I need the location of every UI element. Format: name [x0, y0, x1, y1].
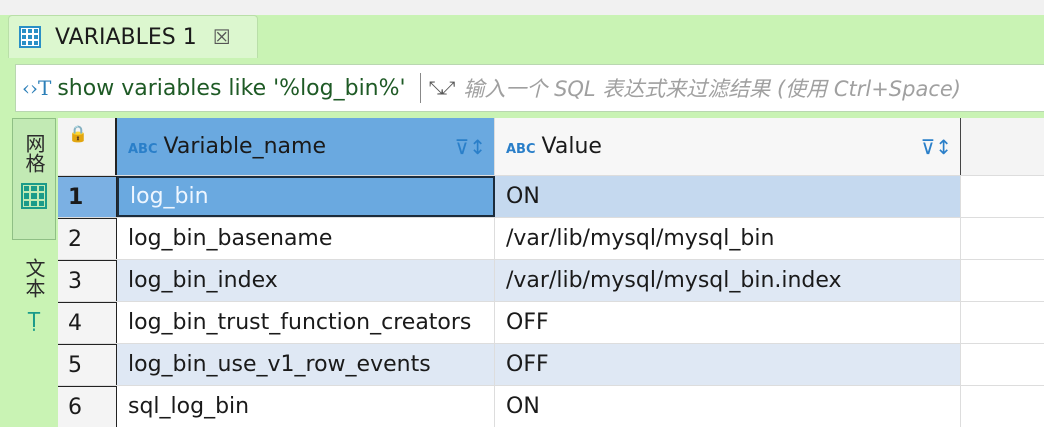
close-icon[interactable]: ☒: [213, 25, 231, 49]
table-row[interactable]: 3 log_bin_index /var/lib/mysql/mysql_bin…: [58, 259, 1044, 301]
cell-variable-name[interactable]: log_bin_use_v1_row_events: [117, 344, 495, 385]
top-strip: [0, 0, 1044, 15]
cell-variable-name[interactable]: log_bin_basename: [117, 218, 495, 259]
row-number[interactable]: 1: [58, 176, 117, 217]
results-grid: 🔒 ABC Variable_name ⊽↕ ABC Value ⊽↕ 1 log_…: [58, 118, 1044, 427]
cell-value[interactable]: OFF: [495, 344, 961, 385]
cell-variable-name[interactable]: sql_log_bin: [117, 386, 495, 427]
column-label: Value: [541, 134, 602, 159]
abc-type-icon: ABC: [128, 142, 158, 157]
cell-variable-name[interactable]: log_bin: [117, 176, 495, 217]
table-row[interactable]: 1 log_bin ON: [58, 175, 1044, 217]
filter-sort-icon[interactable]: ⊽↕: [455, 135, 486, 159]
row-number[interactable]: 6: [58, 386, 117, 427]
cell-value[interactable]: ON: [495, 386, 961, 427]
table-row[interactable]: 4 log_bin_trust_function_creators OFF: [58, 301, 1044, 343]
grid-label: 网格: [22, 133, 46, 173]
text-view-tab[interactable]: 文本 Ṭ: [12, 240, 56, 332]
cell-value[interactable]: /var/lib/mysql/mysql_bin: [495, 218, 961, 259]
divider: [419, 73, 421, 103]
row-number[interactable]: 2: [58, 218, 117, 259]
filter-bar: ‹›T show variables like '%log_bin%' ⤡⤢ 输…: [15, 64, 1044, 112]
table-row[interactable]: 2 log_bin_basename /var/lib/mysql/mysql_…: [58, 217, 1044, 259]
view-switcher: 网格 文本 Ṭ: [12, 118, 56, 408]
column-header-value[interactable]: ABC Value ⊽↕: [495, 118, 961, 175]
table-row[interactable]: 5 log_bin_use_v1_row_events OFF: [58, 343, 1044, 385]
query-text: show variables like '%log_bin%': [57, 75, 406, 101]
cell-value[interactable]: /var/lib/mysql/mysql_bin.index: [495, 260, 961, 301]
cell-variable-name[interactable]: log_bin_trust_function_creators: [117, 302, 495, 343]
tab-title: VARIABLES 1: [55, 24, 197, 50]
text-icon: Ṭ: [27, 308, 41, 332]
row-number[interactable]: 5: [58, 344, 117, 385]
grid-view-tab[interactable]: 网格: [12, 118, 56, 240]
cell-value[interactable]: OFF: [495, 302, 961, 343]
cell-value[interactable]: ON: [495, 176, 961, 217]
table-icon: [19, 26, 41, 48]
expand-icon[interactable]: ⤡⤢: [429, 78, 456, 99]
header-row: 🔒 ABC Variable_name ⊽↕ ABC Value ⊽↕: [58, 118, 1044, 175]
filter-sort-icon[interactable]: ⊽↕: [921, 135, 952, 159]
table-row[interactable]: 6 sql_log_bin ON: [58, 385, 1044, 427]
column-label: Variable_name: [163, 134, 326, 159]
text-label: 文本: [22, 258, 46, 298]
grid-icon: [21, 183, 47, 209]
tab-variables-1[interactable]: VARIABLES 1 ☒: [8, 15, 258, 58]
row-number[interactable]: 4: [58, 302, 117, 343]
row-number[interactable]: 3: [58, 260, 117, 301]
sql-text-icon: ‹›T: [22, 76, 52, 100]
cell-variable-name[interactable]: log_bin_index: [117, 260, 495, 301]
lock-icon: 🔒: [58, 118, 117, 175]
filter-input[interactable]: 输入一个 SQL 表达式来过滤结果 (使用 Ctrl+Space): [463, 73, 961, 103]
column-header-variable-name[interactable]: ABC Variable_name ⊽↕: [117, 118, 495, 175]
abc-type-icon: ABC: [506, 142, 536, 157]
